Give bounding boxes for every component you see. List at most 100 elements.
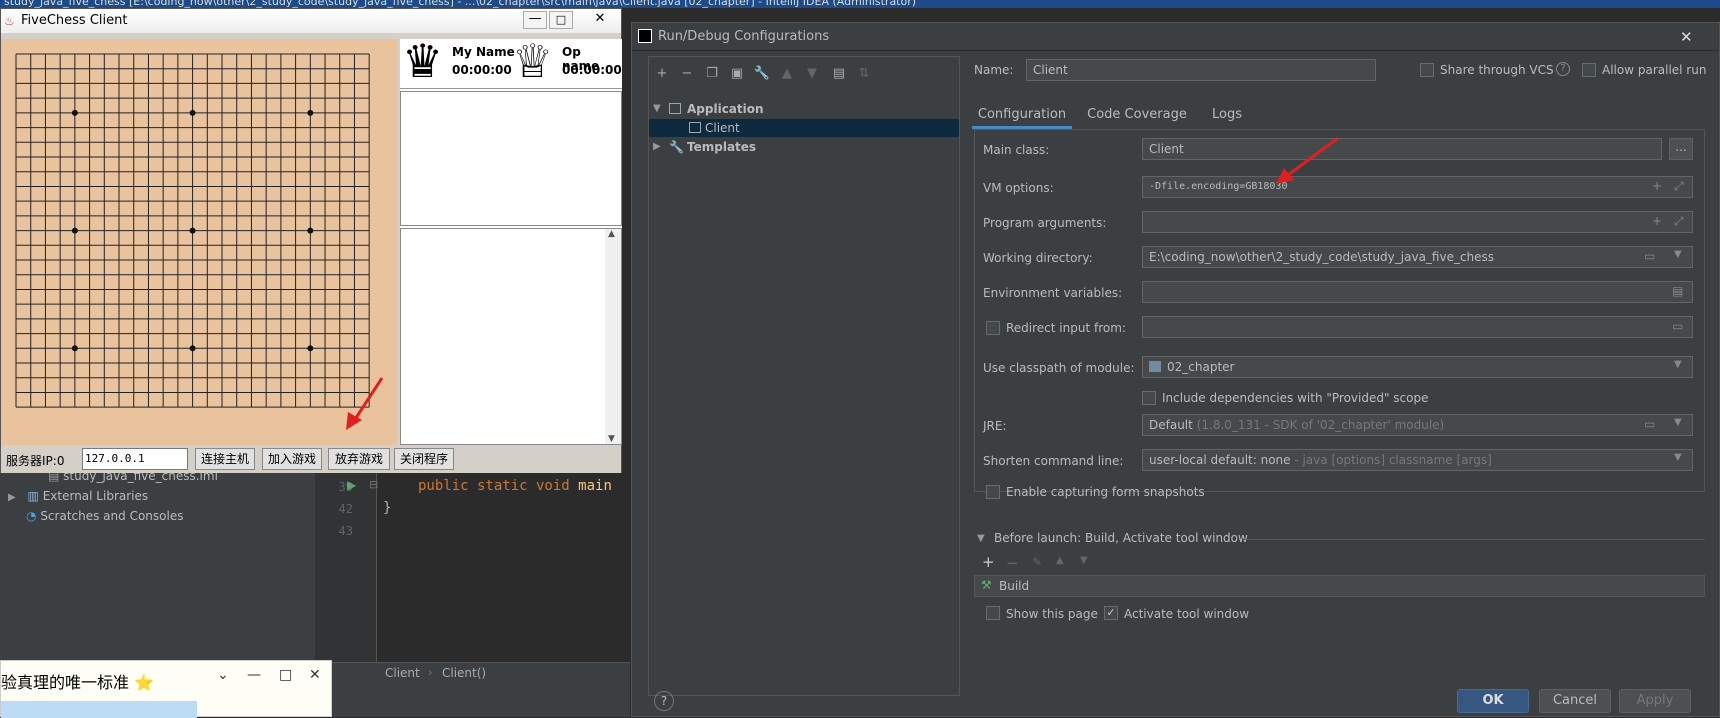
tab-configuration[interactable]: Configuration <box>972 101 1072 129</box>
board-grid[interactable] <box>15 53 377 415</box>
classpath-value: 02_chapter <box>1167 360 1235 374</box>
chess-board[interactable] <box>1 39 397 445</box>
code-editor[interactable]: public static void main } <box>378 472 630 662</box>
minimize-icon[interactable]: — <box>247 667 261 683</box>
hammer-icon: ⚒ <box>981 578 992 592</box>
code-line: } <box>383 500 392 516</box>
folder-icon[interactable]: ▤ <box>830 65 848 83</box>
tab-code-coverage[interactable]: Code Coverage <box>1082 101 1192 129</box>
jre-select[interactable]: Default (1.8.0_131 - SDK of '02_chapter'… <box>1142 414 1693 436</box>
working-dir-input[interactable]: E:\coding_now\other\2_study_code\study_j… <box>1142 246 1693 268</box>
dialog-title: Run/Debug Configurations <box>658 29 830 44</box>
tree-item-templates[interactable]: ▶ 🔧 Templates <box>649 137 959 157</box>
message-area[interactable] <box>400 91 622 226</box>
collapse-arrow-icon[interactable]: ▼ <box>977 533 985 544</box>
scrollbar[interactable]: ▲ ▼ <box>605 229 621 444</box>
list-icon[interactable]: ▤ <box>1672 284 1683 298</box>
add-icon[interactable]: + <box>653 65 671 83</box>
move-down-icon[interactable]: ▼ <box>803 65 821 83</box>
tree-item-client[interactable]: Client <box>649 119 959 137</box>
folder-icon[interactable]: ▭ <box>1644 417 1655 431</box>
connect-host-button[interactable]: 连接主机 <box>195 448 255 470</box>
move-down-icon[interactable]: ▼ <box>1080 555 1088 566</box>
breadcrumb: Client › Client() <box>315 662 630 684</box>
tree-item-external-libraries[interactable]: ▶ ▥ External Libraries <box>8 486 148 506</box>
java-app-icon: ♨ <box>4 14 15 28</box>
redirect-checkbox[interactable] <box>986 321 1000 335</box>
classpath-select[interactable]: 02_chapter <box>1142 356 1693 378</box>
allow-parallel-checkbox[interactable] <box>1582 63 1596 77</box>
chevron-down-icon[interactable]: ▼ <box>1674 359 1682 370</box>
tree-item-scratches[interactable]: ◔ Scratches and Consoles <box>26 506 183 526</box>
copy-icon[interactable]: ❐ <box>703 65 721 83</box>
close-icon[interactable]: ✕ <box>1680 23 1693 51</box>
breadcrumb-item[interactable]: Client() <box>442 666 486 680</box>
save-icon[interactable]: ▣ <box>728 65 746 83</box>
editor-gutter: 39 ▶ ⊟ 42 43 <box>315 472 378 662</box>
capture-snapshots-checkbox[interactable] <box>986 485 1000 499</box>
main-class-input[interactable]: Client <box>1142 138 1662 160</box>
include-deps-checkbox[interactable] <box>1142 391 1156 405</box>
run-debug-dialog: Run/Debug Configurations ✕ + − ❐ ▣ 🔧 ▲ ▼… <box>631 22 1720 717</box>
breadcrumb-item[interactable]: Client <box>385 666 420 680</box>
chevron-down-icon[interactable]: ⌄ <box>217 667 229 683</box>
name-input[interactable]: Client <box>1026 59 1376 81</box>
shorten-select[interactable]: user-local default: none - java [options… <box>1142 449 1693 471</box>
ide-bottom-strip <box>315 684 630 717</box>
folder-icon[interactable]: ▭ <box>1672 319 1683 333</box>
maximize-icon[interactable]: □ <box>279 667 292 683</box>
edit-icon[interactable]: ✎ <box>1032 555 1042 569</box>
remove-icon[interactable]: − <box>1006 554 1019 572</box>
help-icon[interactable]: ? <box>1556 62 1570 76</box>
browse-button[interactable]: ... <box>1669 138 1693 160</box>
give-up-button[interactable]: 放弃游戏 <box>328 448 390 470</box>
apply-button[interactable]: Apply <box>1619 689 1691 713</box>
close-button[interactable]: ✕ <box>581 11 619 29</box>
move-up-icon[interactable]: ▲ <box>1056 555 1064 566</box>
ok-button[interactable]: OK <box>1457 689 1529 713</box>
expand-arrow-icon[interactable]: ▼ <box>653 99 661 119</box>
chevron-down-icon[interactable]: ▼ <box>1674 249 1682 260</box>
vm-options-input[interactable]: -Dfile.encoding=GB18030 <box>1142 176 1693 198</box>
chat-area[interactable]: ▲ ▼ <box>400 228 622 445</box>
expand-icon[interactable]: ⤢ <box>1674 214 1684 229</box>
show-page-checkbox[interactable] <box>986 606 1000 620</box>
before-launch-item[interactable]: Build <box>999 579 1029 593</box>
scroll-up-icon[interactable]: ▲ <box>608 229 615 239</box>
tab-logs[interactable]: Logs <box>1202 101 1252 129</box>
fivechess-toolbar: 服务器IP:0 127.0.0.1 连接主机 加入游戏 放弃游戏 关闭程序 <box>1 445 621 473</box>
breadcrumb-separator-icon: › <box>428 666 433 679</box>
scroll-down-icon[interactable]: ▼ <box>608 434 615 444</box>
activate-window-checkbox[interactable]: ✓ <box>1104 606 1118 620</box>
add-icon[interactable]: + <box>982 553 995 571</box>
run-gutter-icon[interactable]: ▶ <box>347 478 356 492</box>
add-icon[interactable]: + <box>1652 179 1662 193</box>
program-args-input[interactable] <box>1142 211 1693 233</box>
close-program-button[interactable]: 关闭程序 <box>394 448 454 470</box>
chevron-down-icon[interactable]: ▼ <box>1674 417 1682 428</box>
cancel-button[interactable]: Cancel <box>1539 689 1611 713</box>
sort-icon[interactable]: ⇅ <box>855 65 873 83</box>
maximize-button[interactable]: □ <box>549 11 573 29</box>
move-up-icon[interactable]: ▲ <box>778 65 796 83</box>
expand-arrow-icon[interactable]: ▶ <box>8 492 16 503</box>
env-vars-input[interactable] <box>1142 281 1693 303</box>
tree-item-application[interactable]: ▼ Application <box>649 99 959 119</box>
expand-arrow-icon[interactable]: ▶ <box>653 137 661 157</box>
remove-icon[interactable]: − <box>678 65 696 83</box>
folder-icon[interactable]: ▭ <box>1644 249 1655 263</box>
server-ip-input[interactable]: 127.0.0.1 <box>82 448 188 470</box>
wrench-icon[interactable]: 🔧 <box>753 65 771 83</box>
expand-icon[interactable]: ⤢ <box>1674 179 1684 194</box>
add-icon[interactable]: + <box>1652 214 1662 228</box>
code-keyword: public static void <box>418 478 579 494</box>
share-vcs-checkbox[interactable] <box>1420 63 1434 77</box>
help-button[interactable]: ? <box>654 691 674 711</box>
minimize-button[interactable]: — <box>523 11 547 29</box>
close-icon[interactable]: ✕ <box>309 667 321 683</box>
redirect-input[interactable] <box>1142 316 1693 338</box>
join-game-button[interactable]: 加入游戏 <box>262 448 322 470</box>
chevron-down-icon[interactable]: ▼ <box>1674 452 1682 463</box>
env-vars-label: Environment variables: <box>983 286 1123 300</box>
fold-icon[interactable]: ⊟ <box>369 478 378 491</box>
